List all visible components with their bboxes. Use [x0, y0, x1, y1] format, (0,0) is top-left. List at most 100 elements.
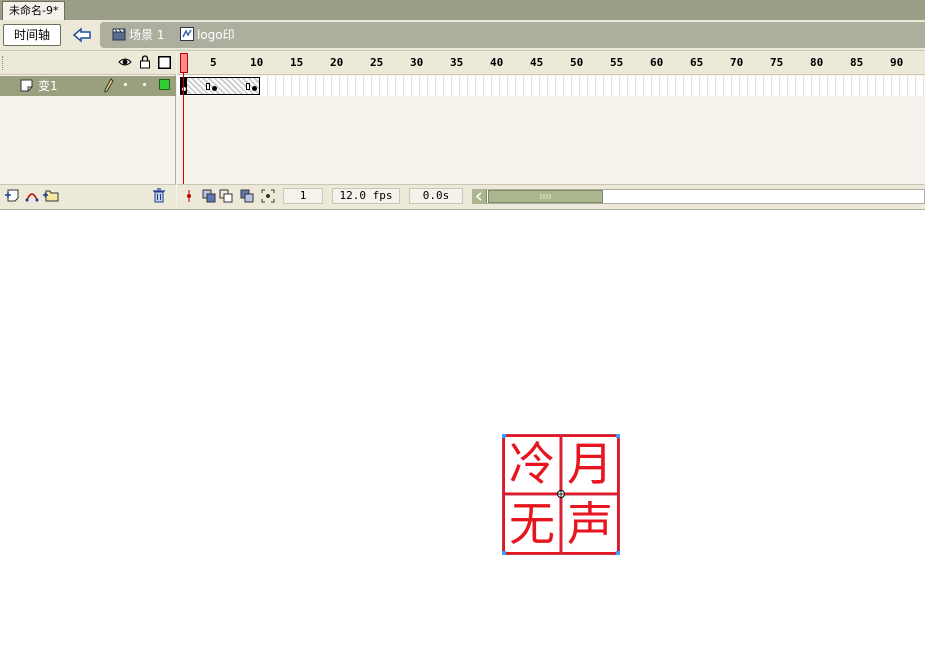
keyframe-1[interactable]	[181, 78, 187, 94]
frame-cell[interactable]	[508, 76, 516, 96]
frame-cell[interactable]	[332, 76, 340, 96]
onion-skin-outlines-icon[interactable]	[219, 189, 233, 206]
frame-cell[interactable]	[372, 76, 380, 96]
selection-handle[interactable]	[502, 434, 506, 438]
frame-cell[interactable]	[364, 76, 372, 96]
selection-handle[interactable]	[502, 551, 506, 555]
scroll-thumb[interactable]	[488, 190, 603, 203]
frame-cell[interactable]	[348, 76, 356, 96]
frame-cell[interactable]	[884, 76, 892, 96]
frame-cell[interactable]	[852, 76, 860, 96]
frame-ruler[interactable]: 1 5 10 15 20 25 30 35 40 45 50 55 60 65 …	[177, 51, 925, 75]
frame-cell[interactable]	[548, 76, 556, 96]
frame-cell[interactable]	[260, 76, 268, 96]
keyframe-dot[interactable]	[252, 86, 257, 91]
frame-cell[interactable]	[572, 76, 580, 96]
delete-layer-icon[interactable]	[152, 188, 166, 206]
frame-cell[interactable]	[628, 76, 636, 96]
frame-cell[interactable]	[452, 76, 460, 96]
frame-cell[interactable]	[476, 76, 484, 96]
timeline-toggle-button[interactable]: 时间轴	[3, 24, 61, 46]
frame-cell[interactable]	[380, 76, 388, 96]
layer-name[interactable]: 变1	[38, 78, 58, 94]
back-arrow-icon[interactable]	[70, 25, 94, 45]
frame-cell[interactable]	[812, 76, 820, 96]
frame-cell[interactable]	[460, 76, 468, 96]
frame-cell[interactable]	[844, 76, 852, 96]
frame-cell[interactable]	[772, 76, 780, 96]
outline-icon[interactable]	[158, 56, 171, 72]
frame-cell[interactable]	[716, 76, 724, 96]
frame-cell[interactable]	[388, 76, 396, 96]
frame-cell[interactable]	[292, 76, 300, 96]
frame-cell[interactable]	[612, 76, 620, 96]
center-frame-icon[interactable]	[183, 189, 195, 206]
timeline-horizontal-scrollbar[interactable]	[472, 189, 925, 204]
frame-cell[interactable]	[340, 76, 348, 96]
scroll-left-arrow-icon[interactable]	[473, 190, 487, 203]
frame-cell[interactable]	[724, 76, 732, 96]
frame-cell[interactable]	[492, 76, 500, 96]
frame-cell[interactable]	[684, 76, 692, 96]
frame-cell[interactable]	[276, 76, 284, 96]
frame-cell[interactable]	[308, 76, 316, 96]
panel-grip[interactable]	[2, 56, 6, 70]
frame-cell[interactable]	[412, 76, 420, 96]
frame-cell[interactable]	[564, 76, 572, 96]
lock-icon[interactable]	[139, 55, 151, 72]
keyframe-dot[interactable]	[212, 86, 217, 91]
insert-layer-folder-icon[interactable]	[42, 188, 59, 205]
playhead[interactable]	[180, 53, 188, 73]
frame-cell[interactable]	[692, 76, 700, 96]
frame-cell[interactable]	[780, 76, 788, 96]
seal-logo[interactable]: 冷 月 无 声	[501, 433, 621, 556]
frame-rate-display[interactable]: 12.0 fps	[332, 188, 400, 204]
frame-cell[interactable]	[468, 76, 476, 96]
frame-cell[interactable]	[596, 76, 604, 96]
frame-cell[interactable]	[516, 76, 524, 96]
frame-cell[interactable]	[444, 76, 452, 96]
frame-cell[interactable]	[796, 76, 804, 96]
frame-cell[interactable]	[700, 76, 708, 96]
frame-cell[interactable]	[324, 76, 332, 96]
frame-cell[interactable]	[436, 76, 444, 96]
frame-cell[interactable]	[660, 76, 668, 96]
frame-cell[interactable]	[316, 76, 324, 96]
frame-cell[interactable]	[908, 76, 916, 96]
frame-cell[interactable]	[652, 76, 660, 96]
frame-cell[interactable]	[764, 76, 772, 96]
frame-cell[interactable]	[868, 76, 876, 96]
frame-cell[interactable]	[284, 76, 292, 96]
breadcrumb-symbol[interactable]: logo印	[180, 27, 235, 43]
frame-cell[interactable]	[300, 76, 308, 96]
onion-skin-icon[interactable]	[202, 189, 216, 206]
frame-cell[interactable]	[732, 76, 740, 96]
layer-color-swatch[interactable]	[159, 79, 170, 90]
eye-icon[interactable]	[118, 56, 132, 71]
lock-dot[interactable]	[143, 83, 146, 86]
frame-cell[interactable]	[604, 76, 612, 96]
frame-cell[interactable]	[524, 76, 532, 96]
frame-cell[interactable]	[500, 76, 508, 96]
add-motion-guide-icon[interactable]	[24, 188, 40, 205]
frame-cell[interactable]	[644, 76, 652, 96]
frame-cell[interactable]	[580, 76, 588, 96]
stage[interactable]: 冷 月 无 声	[0, 210, 925, 647]
frame-cell[interactable]	[668, 76, 676, 96]
layer-row[interactable]: 变1	[0, 76, 176, 96]
insert-layer-icon[interactable]	[4, 188, 20, 205]
modify-onion-markers-icon[interactable]	[261, 189, 275, 206]
frame-cell[interactable]	[420, 76, 428, 96]
frame-cell[interactable]	[876, 76, 884, 96]
frame-cell[interactable]	[836, 76, 844, 96]
frame-cell[interactable]	[556, 76, 564, 96]
frame-cell[interactable]	[532, 76, 540, 96]
frame-cell[interactable]	[356, 76, 364, 96]
frame-cell[interactable]	[916, 76, 924, 96]
frame-cell[interactable]	[708, 76, 716, 96]
frame-cell[interactable]	[620, 76, 628, 96]
frame-cell[interactable]	[804, 76, 812, 96]
frame-cell[interactable]	[860, 76, 868, 96]
selection-handle[interactable]	[616, 551, 620, 555]
frame-cell[interactable]	[428, 76, 436, 96]
